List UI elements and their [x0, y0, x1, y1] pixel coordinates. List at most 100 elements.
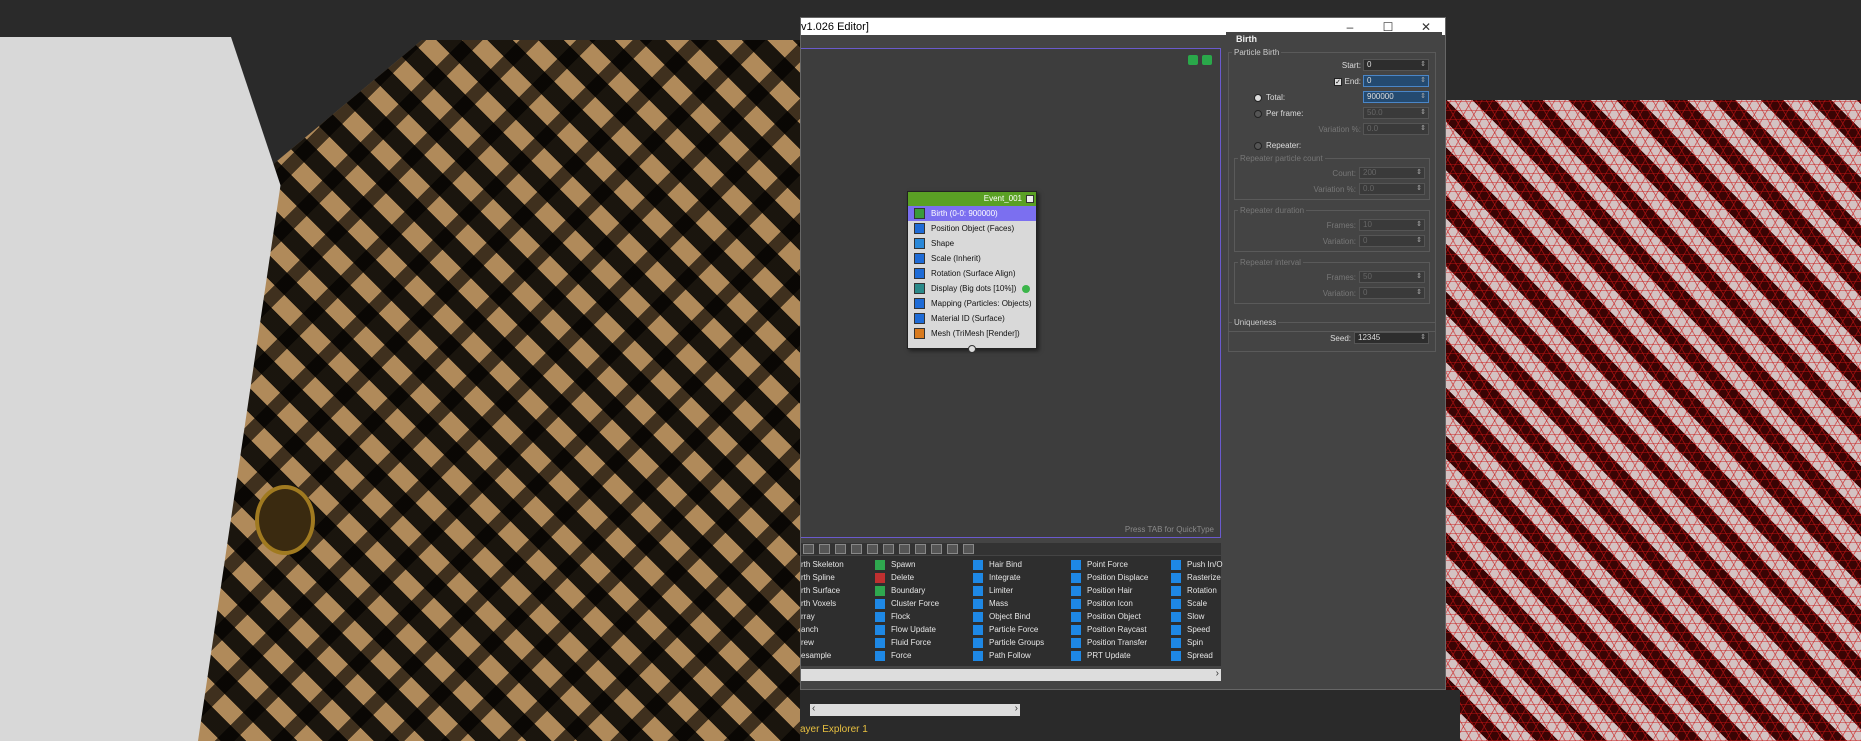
depot-item[interactable]: rth Spline — [801, 571, 844, 584]
operator-display[interactable]: Display (Big dots [10%]) — [908, 281, 1036, 296]
dur-variation-label: Variation: — [1322, 237, 1356, 246]
operator-material-id[interactable]: Material ID (Surface) — [908, 311, 1036, 326]
end-spinner[interactable]: 0 — [1363, 75, 1429, 87]
operator-rotation[interactable]: Rotation (Surface Align) — [908, 266, 1036, 281]
depot-item[interactable]: Cluster Force — [875, 597, 939, 610]
depot-item[interactable]: Particle Force — [973, 623, 1044, 636]
start-spinner[interactable]: 0 — [1363, 59, 1429, 71]
seed-spinner[interactable]: 12345 — [1354, 332, 1429, 344]
depot-item[interactable]: Push In/O — [1171, 558, 1223, 571]
wireframe-viewport[interactable] — [1440, 100, 1861, 741]
operator-label: Mesh (TriMesh [Render]) — [931, 329, 1020, 338]
event-header[interactable]: Event_001 — [908, 192, 1036, 206]
depot-item[interactable]: Object Bind — [973, 610, 1044, 623]
depot-item[interactable]: rew — [801, 636, 844, 649]
depot-item[interactable]: Delete — [875, 571, 939, 584]
total-spinner[interactable]: 900000 — [1363, 91, 1429, 103]
depot-item[interactable]: Position Transfer — [1071, 636, 1148, 649]
int-frames-spinner[interactable]: 50 — [1359, 271, 1425, 283]
green-status-icon[interactable] — [1188, 55, 1198, 65]
depot-item[interactable]: PRT Update — [1071, 649, 1148, 662]
depot-item[interactable]: Position Displace — [1071, 571, 1148, 584]
depot-item[interactable]: Spread — [1171, 649, 1223, 662]
depot-item[interactable]: Particle Groups — [973, 636, 1044, 649]
total-radio[interactable] — [1254, 94, 1262, 102]
depot-item[interactable]: Slow — [1171, 610, 1223, 623]
operator-scale[interactable]: Scale (Inherit) — [908, 251, 1036, 266]
repeater-label: Repeater: — [1266, 141, 1302, 150]
depot-filter-icon[interactable] — [835, 544, 846, 554]
operator-birth[interactable]: Birth (0-0: 900000) — [908, 206, 1036, 221]
particle-view-graph[interactable]: Event_001 Birth (0-0: 900000) Position O… — [801, 48, 1221, 538]
depot-item[interactable]: Point Force — [1071, 558, 1148, 571]
operator-mesh[interactable]: Mesh (TriMesh [Render]) — [908, 326, 1036, 341]
event-toggle-icon[interactable] — [1026, 195, 1034, 203]
timeline-scrollbar[interactable]: ‹ › — [810, 703, 1020, 716]
depot-item[interactable]: rth Skeleton — [801, 558, 844, 571]
editor-title: v1.026 Editor] — [801, 20, 869, 33]
depot-filter-icon[interactable] — [867, 544, 878, 554]
depot-item[interactable]: Spin — [1171, 636, 1223, 649]
operator-mapping[interactable]: Mapping (Particles: Objects) — [908, 296, 1036, 311]
frames-spinner[interactable]: 10 — [1359, 219, 1425, 231]
operator-label: Rotation (Surface Align) — [931, 269, 1016, 278]
depot-item[interactable]: Position Object — [1071, 610, 1148, 623]
int-variation-spinner[interactable]: 0 — [1359, 287, 1425, 299]
count-spinner[interactable]: 200 — [1359, 167, 1425, 179]
group-title: Repeater duration — [1238, 206, 1307, 215]
start-label: Start: — [1341, 61, 1361, 70]
depot-item[interactable]: rray — [801, 610, 844, 623]
variation-spinner[interactable]: 0.0 — [1363, 123, 1429, 135]
depot-item[interactable]: Rotation — [1171, 584, 1223, 597]
depot-item[interactable]: Fluid Force — [875, 636, 939, 649]
scroll-right-icon[interactable]: › — [1015, 703, 1018, 714]
depot-item[interactable]: Rasterize — [1171, 571, 1223, 584]
repeater-radio[interactable] — [1254, 142, 1262, 150]
depot-item[interactable]: anch — [801, 623, 844, 636]
depot-item[interactable]: rth Voxels — [801, 597, 844, 610]
depot-scrollbar[interactable]: › — [801, 668, 1221, 681]
dur-variation-spinner[interactable]: 0 — [1359, 235, 1425, 247]
birth-rollout-header[interactable]: Birth — [1226, 32, 1442, 47]
depot-item[interactable]: Flow Update — [875, 623, 939, 636]
operator-shape[interactable]: Shape — [908, 236, 1036, 251]
display-color-swatch[interactable] — [1022, 284, 1030, 293]
event-node[interactable]: Event_001 Birth (0-0: 900000) Position O… — [907, 191, 1037, 353]
depot-item[interactable]: Path Follow — [973, 649, 1044, 662]
depot-filter-icon[interactable] — [947, 544, 958, 554]
depot-item[interactable]: Boundary — [875, 584, 939, 597]
depot-filter-icon[interactable] — [883, 544, 894, 554]
depot-column: Hair Bind Integrate Limiter Mass Object … — [973, 558, 1044, 662]
depot-item[interactable]: Flock — [875, 610, 939, 623]
depot-filter-icon[interactable] — [963, 544, 974, 554]
depot-item[interactable]: esample — [801, 649, 844, 662]
depot-item[interactable]: Limiter — [973, 584, 1044, 597]
depot-item[interactable]: Mass — [973, 597, 1044, 610]
depot-item[interactable]: Position Icon — [1071, 597, 1148, 610]
depot-item[interactable]: Position Hair — [1071, 584, 1148, 597]
layer-explorer-label[interactable]: ayer Explorer 1 — [800, 724, 868, 735]
depot-filter-icon[interactable] — [819, 544, 830, 554]
depot-item[interactable]: Force — [875, 649, 939, 662]
rep-variation-spinner[interactable]: 0.0 — [1359, 183, 1425, 195]
depot-item[interactable]: Scale — [1171, 597, 1223, 610]
operator-position-object[interactable]: Position Object (Faces) — [908, 221, 1036, 236]
event-output-pin[interactable] — [968, 345, 976, 353]
render-viewport[interactable] — [0, 0, 800, 741]
depot-filter-icon[interactable] — [931, 544, 942, 554]
depot-item[interactable]: rth Surface — [801, 584, 844, 597]
depot-filter-icon[interactable] — [803, 544, 814, 554]
green-sync-icon[interactable] — [1202, 55, 1212, 65]
depot-filter-icon[interactable] — [915, 544, 926, 554]
scroll-right-icon[interactable]: › — [1216, 668, 1219, 679]
depot-filter-icon[interactable] — [899, 544, 910, 554]
depot-item[interactable]: Position Raycast — [1071, 623, 1148, 636]
depot-item[interactable]: Spawn — [875, 558, 939, 571]
depot-filter-icon[interactable] — [851, 544, 862, 554]
perframe-spinner[interactable]: 50.0 — [1363, 107, 1429, 119]
perframe-radio[interactable] — [1254, 110, 1262, 118]
depot-item[interactable]: Integrate — [973, 571, 1044, 584]
depot-item[interactable]: Speed — [1171, 623, 1223, 636]
depot-item[interactable]: Hair Bind — [973, 558, 1044, 571]
scroll-left-icon[interactable]: ‹ — [812, 703, 815, 714]
